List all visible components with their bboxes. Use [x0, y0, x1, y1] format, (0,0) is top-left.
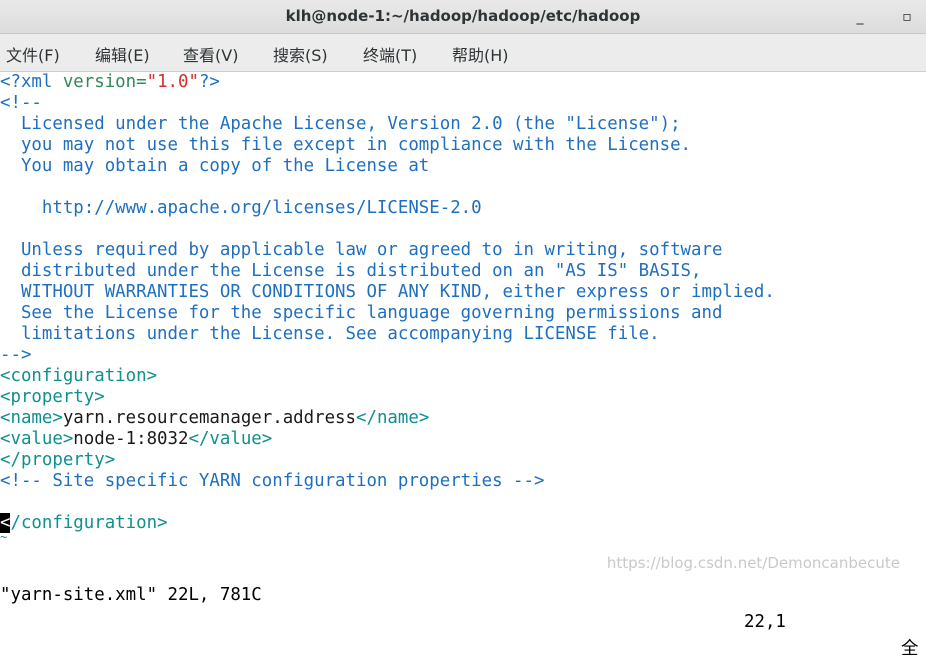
license-line: distributed under the License is distrib… [0, 261, 702, 281]
name-value: yarn.resourcemanager.address [62, 408, 356, 428]
property-open-tag: <property> [0, 387, 105, 407]
configuration-close-tag: /configuration> [10, 513, 168, 533]
file-info: "yarn-site.xml" 22L, 781C [0, 585, 262, 605]
empty-line-tilde: ~ [0, 530, 8, 544]
name-open-tag: <name> [0, 408, 63, 428]
value-close-tag: </value> [188, 429, 273, 449]
value-value: node-1:8032 [73, 429, 189, 449]
xml-decl-close: ?> [198, 72, 220, 92]
license-line: you may not use this file except in comp… [0, 135, 692, 155]
license-line: Unless required by applicable law or agr… [0, 240, 723, 260]
comment-open-line: <!-- [0, 93, 42, 113]
license-line: limitations under the License. See accom… [0, 324, 660, 344]
watermark: https://blog.csdn.net/Demoncanbecute [606, 554, 900, 572]
terminal-editor[interactable]: <?xml version="1.0"?> <!-- Licensed unde… [0, 72, 926, 554]
license-line: You may obtain a copy of the License at [0, 156, 430, 176]
site-comment-line: <!-- Site specific YARN configuration pr… [0, 471, 545, 491]
xml-decl-attr: version= [52, 72, 147, 92]
configuration-open-tag: <configuration> [0, 366, 158, 386]
window-titlebar[interactable]: klh@node-1:~/hadoop/hadoop/etc/hadoop _ … [0, 0, 926, 34]
menu-search[interactable]: 搜索(S) [273, 42, 328, 66]
scroll-indicator: 全 [901, 639, 919, 659]
configuration-close-line: </configuration> [0, 513, 168, 534]
xml-decl-open: <?xml [0, 72, 53, 92]
menu-view[interactable]: 查看(V) [183, 42, 238, 66]
license-line: See the License for the specific languag… [0, 303, 723, 323]
xml-decl-value: "1.0" [146, 72, 199, 92]
name-line: <name>yarn.resourcemanager.address</name… [0, 408, 429, 429]
value-line: <value>node-1:8032</value> [0, 429, 272, 450]
menu-terminal[interactable]: 终端(T) [363, 42, 417, 66]
license-line: Licensed under the Apache License, Versi… [0, 114, 681, 134]
menu-edit[interactable]: 编辑(E) [95, 42, 150, 66]
cursor-position: 22,1 [744, 612, 786, 632]
value-open-tag: <value> [0, 429, 74, 449]
name-close-tag: </name> [356, 408, 430, 428]
license-line: WITHOUT WARRANTIES OR CONDITIONS OF ANY … [0, 282, 775, 302]
comment-close-line: --> [0, 345, 32, 365]
property-close-tag: </property> [0, 450, 116, 470]
minimize-button[interactable]: _ [848, 6, 872, 28]
license-url-line: http://www.apache.org/licenses/LICENSE-2… [0, 198, 482, 218]
window-title: klh@node-1:~/hadoop/hadoop/etc/hadoop [285, 7, 641, 25]
menu-help[interactable]: 帮助(H) [452, 42, 509, 66]
maximize-button[interactable]: ▫ [895, 6, 919, 28]
menu-file[interactable]: 文件(F) [6, 42, 60, 66]
menubar: 文件(F) 编辑(E) 查看(V) 搜索(S) 终端(T) 帮助(H) [0, 34, 926, 72]
xml-declaration-line: <?xml version="1.0"?> [0, 72, 220, 93]
